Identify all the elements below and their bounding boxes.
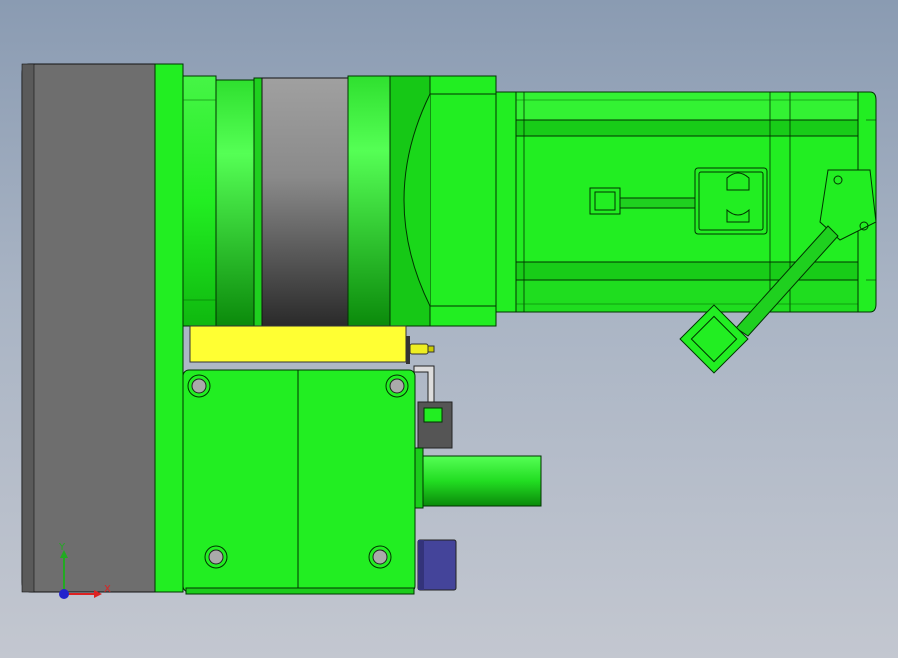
small-motor <box>182 369 542 595</box>
y-axis-label: Y <box>58 542 66 553</box>
yellow-block <box>189 325 435 364</box>
mount-flange <box>154 63 184 593</box>
gearbox <box>182 75 497 327</box>
base-plate <box>21 63 156 593</box>
cad-viewport[interactable]: Y X <box>0 0 898 658</box>
cad-model-view[interactable]: Y X <box>0 0 898 658</box>
sensor-bracket <box>413 365 453 449</box>
x-axis-label: X <box>104 584 111 595</box>
